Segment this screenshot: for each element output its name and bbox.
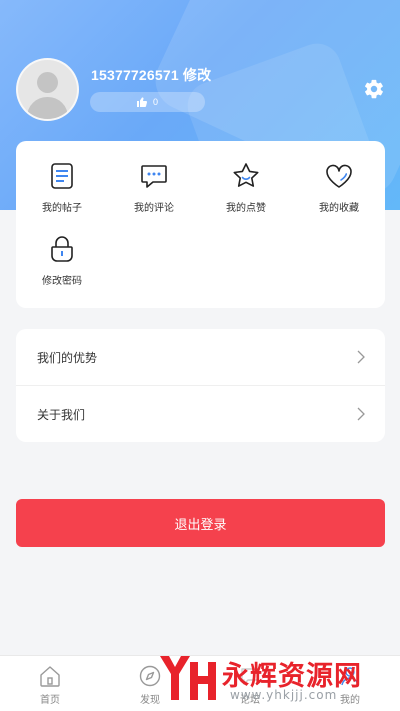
avatar-head [37, 72, 58, 93]
grid-item-label: 我的收藏 [319, 203, 359, 214]
avatar[interactable] [16, 58, 79, 121]
lock-icon [51, 236, 73, 262]
chevron-right-icon [357, 407, 365, 421]
username-label[interactable]: 15377726571 修改 [91, 65, 211, 85]
document-icon [51, 163, 73, 189]
grid-item-likes[interactable]: 我的点赞 [200, 161, 292, 231]
logout-button[interactable]: 退出登录 [16, 499, 385, 547]
list-item-label: 我们的优势 [37, 350, 98, 365]
watermark-overlay: 永辉资源网 www.yhkjjj.com [150, 648, 400, 711]
list-item-advantages[interactable]: 我们的优势 [16, 329, 385, 385]
feature-grid-card: 我的帖子 我的评论 我的点赞 我的收藏 修改密码 [16, 141, 385, 308]
avatar-body [27, 97, 68, 119]
watermark-logo-icon [160, 656, 216, 700]
heart-icon [326, 164, 352, 188]
grid-item-change-password[interactable]: 修改密码 [16, 234, 108, 304]
home-icon [40, 666, 60, 687]
tab-home[interactable]: 首页 [25, 664, 75, 706]
grid-item-posts[interactable]: 我的帖子 [16, 161, 108, 231]
grid-item-comments[interactable]: 我的评论 [108, 161, 200, 231]
likes-count: 0 [153, 97, 159, 107]
info-list-card: 我们的优势 关于我们 [16, 329, 385, 442]
chevron-right-icon [357, 350, 365, 364]
grid-item-favorites[interactable]: 我的收藏 [293, 161, 385, 231]
likes-badge: 0 [90, 92, 205, 112]
tab-label: 首页 [40, 695, 60, 706]
list-item-about-us[interactable]: 关于我们 [16, 386, 385, 442]
star-icon [233, 163, 259, 187]
grid-item-label: 我的帖子 [42, 203, 82, 214]
thumbs-up-icon [137, 97, 148, 107]
grid-item-label: 我的评论 [134, 203, 174, 214]
grid-item-label: 修改密码 [42, 276, 82, 287]
watermark-url: www.yhkjjj.com [230, 688, 338, 702]
grid-item-label: 我的点赞 [226, 203, 266, 214]
list-item-label: 关于我们 [37, 407, 86, 422]
gear-icon[interactable] [363, 78, 385, 100]
comment-icon [141, 165, 167, 188]
